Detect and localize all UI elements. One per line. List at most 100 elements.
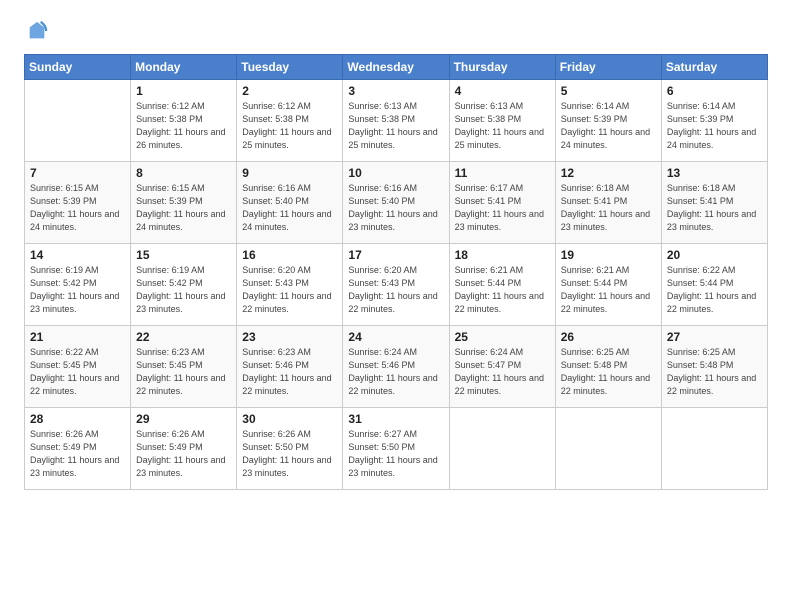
- calendar-week-row: 21 Sunrise: 6:22 AM Sunset: 5:45 PM Dayli…: [25, 326, 768, 408]
- table-row: 27Sunrise: 6:25 AM Sunset: 5:48 PM Dayli…: [661, 326, 767, 408]
- day-info: Sunrise: 6:26 AM Sunset: 5:49 PM Dayligh…: [136, 428, 231, 480]
- day-number: 18: [455, 248, 550, 262]
- day-number: 21: [30, 330, 125, 344]
- col-thursday: Thursday: [449, 55, 555, 80]
- page: Sunday Monday Tuesday Wednesday Thursday…: [0, 0, 792, 612]
- day-number: 27: [667, 330, 762, 344]
- table-row: 23 Sunrise: 6:23 AM Sunset: 5:46 PM Dayli…: [237, 326, 343, 408]
- table-row: 25Sunrise: 6:24 AM Sunset: 5:47 PM Dayli…: [449, 326, 555, 408]
- day-info: Sunrise: 6:14 AM Sunset: 5:39 PM Dayligh…: [667, 100, 762, 152]
- table-row: 30 Sunrise: 6:26 AM Sunset: 5:50 PM Dayli…: [237, 408, 343, 490]
- day-info: Sunrise: 6:18 AM Sunset: 5:41 PM Dayligh…: [561, 182, 656, 234]
- day-number: 3: [348, 84, 443, 98]
- table-row: 12Sunrise: 6:18 AM Sunset: 5:41 PM Dayli…: [555, 162, 661, 244]
- table-row: 8 Sunrise: 6:15 AM Sunset: 5:39 PM Daylig…: [131, 162, 237, 244]
- day-info: Sunrise: 6:15 AM Sunset: 5:39 PM Dayligh…: [30, 182, 125, 234]
- day-number: 16: [242, 248, 337, 262]
- day-info: Sunrise: 6:23 AM Sunset: 5:46 PM Dayligh…: [242, 346, 337, 398]
- table-row: 3 Sunrise: 6:13 AM Sunset: 5:38 PM Daylig…: [343, 80, 449, 162]
- day-info: Sunrise: 6:16 AM Sunset: 5:40 PM Dayligh…: [348, 182, 443, 234]
- day-number: 9: [242, 166, 337, 180]
- col-saturday: Saturday: [661, 55, 767, 80]
- day-info: Sunrise: 6:21 AM Sunset: 5:44 PM Dayligh…: [561, 264, 656, 316]
- day-number: 30: [242, 412, 337, 426]
- day-number: 24: [348, 330, 443, 344]
- table-row: 6 Sunrise: 6:14 AM Sunset: 5:39 PM Daylig…: [661, 80, 767, 162]
- table-row: 18 Sunrise: 6:21 AM Sunset: 5:44 PM Dayli…: [449, 244, 555, 326]
- day-number: 11: [455, 166, 550, 180]
- day-info: Sunrise: 6:19 AM Sunset: 5:42 PM Dayligh…: [136, 264, 231, 316]
- table-row: 22 Sunrise: 6:23 AM Sunset: 5:45 PM Dayli…: [131, 326, 237, 408]
- calendar-week-row: 28 Sunrise: 6:26 AM Sunset: 5:49 PM Dayli…: [25, 408, 768, 490]
- table-row: 31 Sunrise: 6:27 AM Sunset: 5:50 PM Dayli…: [343, 408, 449, 490]
- table-row: 10 Sunrise: 6:16 AM Sunset: 5:40 PM Dayli…: [343, 162, 449, 244]
- table-row: 11 Sunrise: 6:17 AM Sunset: 5:41 PM Dayli…: [449, 162, 555, 244]
- day-info: Sunrise: 6:20 AM Sunset: 5:43 PM Dayligh…: [242, 264, 337, 316]
- day-info: Sunrise: 6:24 AM Sunset: 5:46 PM Dayligh…: [348, 346, 443, 398]
- table-row: 14 Sunrise: 6:19 AM Sunset: 5:42 PM Dayli…: [25, 244, 131, 326]
- logo: [24, 20, 48, 42]
- header: [24, 20, 768, 42]
- table-row: 29Sunrise: 6:26 AM Sunset: 5:49 PM Dayli…: [131, 408, 237, 490]
- day-info: Sunrise: 6:21 AM Sunset: 5:44 PM Dayligh…: [455, 264, 550, 316]
- day-info: Sunrise: 6:22 AM Sunset: 5:45 PM Dayligh…: [30, 346, 125, 398]
- day-info: Sunrise: 6:27 AM Sunset: 5:50 PM Dayligh…: [348, 428, 443, 480]
- calendar-header-row: Sunday Monday Tuesday Wednesday Thursday…: [25, 55, 768, 80]
- day-info: Sunrise: 6:19 AM Sunset: 5:42 PM Dayligh…: [30, 264, 125, 316]
- day-info: Sunrise: 6:12 AM Sunset: 5:38 PM Dayligh…: [136, 100, 231, 152]
- day-number: 8: [136, 166, 231, 180]
- day-info: Sunrise: 6:14 AM Sunset: 5:39 PM Dayligh…: [561, 100, 656, 152]
- col-monday: Monday: [131, 55, 237, 80]
- day-number: 20: [667, 248, 762, 262]
- logo-icon: [26, 20, 48, 42]
- day-info: Sunrise: 6:24 AM Sunset: 5:47 PM Dayligh…: [455, 346, 550, 398]
- day-number: 19: [561, 248, 656, 262]
- table-row: [25, 80, 131, 162]
- table-row: 2 Sunrise: 6:12 AM Sunset: 5:38 PM Daylig…: [237, 80, 343, 162]
- table-row: 28 Sunrise: 6:26 AM Sunset: 5:49 PM Dayli…: [25, 408, 131, 490]
- day-info: Sunrise: 6:13 AM Sunset: 5:38 PM Dayligh…: [455, 100, 550, 152]
- day-number: 17: [348, 248, 443, 262]
- table-row: 1 Sunrise: 6:12 AM Sunset: 5:38 PM Daylig…: [131, 80, 237, 162]
- table-row: 13Sunrise: 6:18 AM Sunset: 5:41 PM Dayli…: [661, 162, 767, 244]
- day-number: 6: [667, 84, 762, 98]
- day-info: Sunrise: 6:18 AM Sunset: 5:41 PM Dayligh…: [667, 182, 762, 234]
- day-number: 2: [242, 84, 337, 98]
- calendar-week-row: 14 Sunrise: 6:19 AM Sunset: 5:42 PM Dayli…: [25, 244, 768, 326]
- table-row: 24 Sunrise: 6:24 AM Sunset: 5:46 PM Dayli…: [343, 326, 449, 408]
- table-row: 5 Sunrise: 6:14 AM Sunset: 5:39 PM Daylig…: [555, 80, 661, 162]
- table-row: 16 Sunrise: 6:20 AM Sunset: 5:43 PM Dayli…: [237, 244, 343, 326]
- table-row: [449, 408, 555, 490]
- table-row: 15Sunrise: 6:19 AM Sunset: 5:42 PM Dayli…: [131, 244, 237, 326]
- table-row: 4 Sunrise: 6:13 AM Sunset: 5:38 PM Daylig…: [449, 80, 555, 162]
- day-number: 28: [30, 412, 125, 426]
- calendar-week-row: 7 Sunrise: 6:15 AM Sunset: 5:39 PM Daylig…: [25, 162, 768, 244]
- table-row: [555, 408, 661, 490]
- day-info: Sunrise: 6:12 AM Sunset: 5:38 PM Dayligh…: [242, 100, 337, 152]
- table-row: 20Sunrise: 6:22 AM Sunset: 5:44 PM Dayli…: [661, 244, 767, 326]
- calendar: Sunday Monday Tuesday Wednesday Thursday…: [24, 54, 768, 490]
- calendar-week-row: 1 Sunrise: 6:12 AM Sunset: 5:38 PM Daylig…: [25, 80, 768, 162]
- col-friday: Friday: [555, 55, 661, 80]
- table-row: 26Sunrise: 6:25 AM Sunset: 5:48 PM Dayli…: [555, 326, 661, 408]
- table-row: 7 Sunrise: 6:15 AM Sunset: 5:39 PM Daylig…: [25, 162, 131, 244]
- day-number: 22: [136, 330, 231, 344]
- table-row: 19 Sunrise: 6:21 AM Sunset: 5:44 PM Dayli…: [555, 244, 661, 326]
- day-number: 4: [455, 84, 550, 98]
- day-number: 23: [242, 330, 337, 344]
- day-number: 31: [348, 412, 443, 426]
- day-info: Sunrise: 6:20 AM Sunset: 5:43 PM Dayligh…: [348, 264, 443, 316]
- day-number: 7: [30, 166, 125, 180]
- day-info: Sunrise: 6:25 AM Sunset: 5:48 PM Dayligh…: [561, 346, 656, 398]
- day-info: Sunrise: 6:17 AM Sunset: 5:41 PM Dayligh…: [455, 182, 550, 234]
- day-info: Sunrise: 6:23 AM Sunset: 5:45 PM Dayligh…: [136, 346, 231, 398]
- day-number: 1: [136, 84, 231, 98]
- day-info: Sunrise: 6:16 AM Sunset: 5:40 PM Dayligh…: [242, 182, 337, 234]
- day-info: Sunrise: 6:13 AM Sunset: 5:38 PM Dayligh…: [348, 100, 443, 152]
- day-info: Sunrise: 6:15 AM Sunset: 5:39 PM Dayligh…: [136, 182, 231, 234]
- day-number: 5: [561, 84, 656, 98]
- day-number: 14: [30, 248, 125, 262]
- day-info: Sunrise: 6:26 AM Sunset: 5:49 PM Dayligh…: [30, 428, 125, 480]
- day-number: 10: [348, 166, 443, 180]
- day-info: Sunrise: 6:26 AM Sunset: 5:50 PM Dayligh…: [242, 428, 337, 480]
